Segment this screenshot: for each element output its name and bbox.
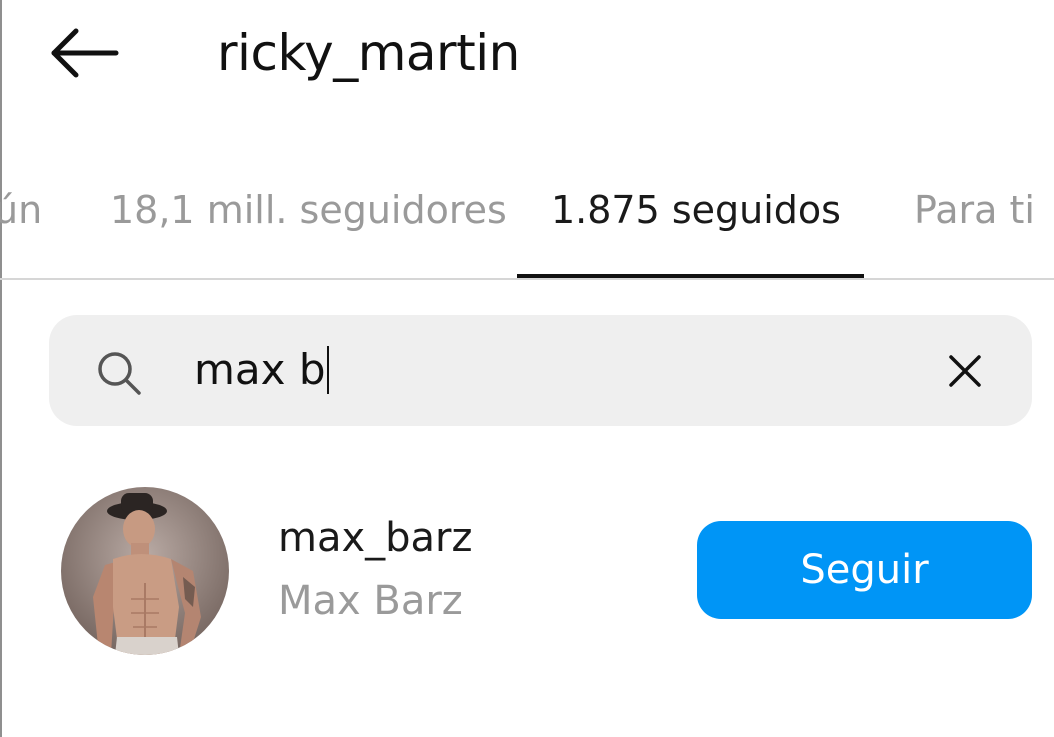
- tab-bar: ún 18,1 mill. seguidores 1.875 seguidos …: [0, 170, 1054, 280]
- list-item: max_barz Max Barz Seguir: [0, 480, 1054, 660]
- tab-for-you[interactable]: Para ti: [914, 186, 1035, 234]
- close-icon[interactable]: [947, 353, 983, 389]
- tabs-divider: [0, 278, 1054, 280]
- back-button[interactable]: [48, 25, 120, 81]
- tab-following[interactable]: 1.875 seguidos: [551, 186, 841, 234]
- text-cursor: [326, 346, 329, 394]
- search-input[interactable]: max b: [194, 343, 329, 397]
- tab-en-comun[interactable]: ún: [0, 186, 42, 234]
- search-icon: [98, 352, 141, 395]
- search-input-text: max b: [194, 345, 326, 394]
- avatar[interactable]: [61, 487, 229, 655]
- follow-button[interactable]: Seguir: [697, 521, 1032, 619]
- arrow-left-icon: [51, 28, 119, 78]
- page-title: ricky_martin: [217, 24, 520, 82]
- result-full-name: Max Barz: [278, 578, 463, 624]
- profile-photo: [61, 487, 229, 655]
- result-username[interactable]: max_barz: [278, 513, 473, 563]
- active-tab-indicator: [517, 274, 864, 278]
- tab-followers[interactable]: 18,1 mill. seguidores: [110, 186, 507, 234]
- search-bar[interactable]: max b: [49, 315, 1032, 426]
- header: ricky_martin: [0, 0, 1054, 110]
